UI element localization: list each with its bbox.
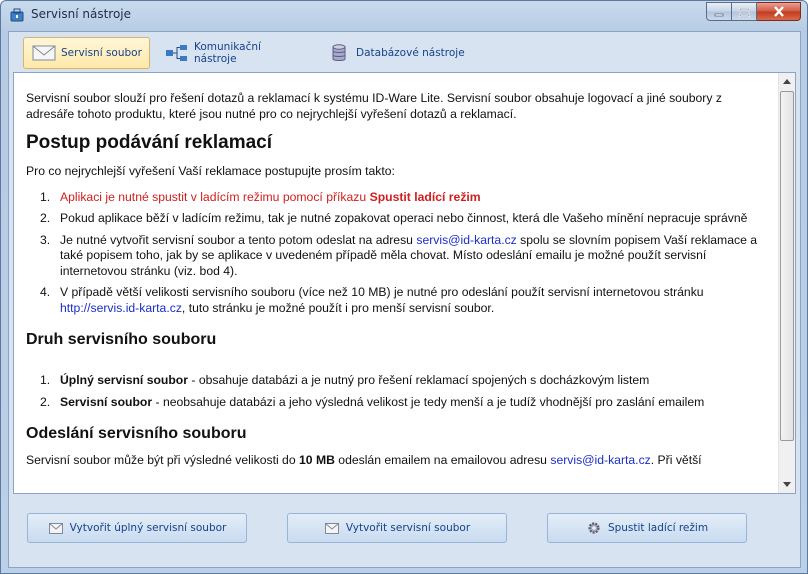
send-text: Servisní soubor může být při výsledné ve…	[26, 453, 299, 467]
tab-label: Servisní soubor	[61, 47, 142, 59]
database-icon	[327, 43, 351, 63]
maximize-button[interactable]	[732, 2, 757, 21]
scroll-down-button[interactable]	[779, 476, 795, 493]
tab-label: Komunikační nástroje	[194, 41, 261, 65]
scroll-down-icon	[783, 480, 791, 489]
step-text: , tuto stránku je možné použít i pro men…	[181, 300, 495, 315]
client-area: Servisní soubor Komunikační nástroje Dat…	[8, 31, 801, 568]
close-button[interactable]	[757, 2, 801, 21]
email-link[interactable]: servis@id-karta.cz	[416, 233, 516, 247]
button-label: Spustit ladící režim	[607, 522, 709, 534]
help-document: Servisní soubor slouží pro řešení dotazů…	[26, 91, 768, 479]
type-name: Servisní soubor	[60, 394, 153, 409]
list-number: 1.	[40, 189, 51, 204]
envelope-icon	[324, 520, 340, 536]
service-url-link[interactable]: http://servis.id-karta.cz	[60, 301, 182, 315]
list-number: 2.	[40, 211, 51, 225]
steps-list: 1. Aplikaci je nutné spustit v ladícím r…	[26, 190, 768, 317]
intro-paragraph: Servisní soubor slouží pro řešení dotazů…	[26, 91, 722, 121]
list-item: 2. Pokud aplikace běží v ladícím režimu,…	[26, 211, 768, 227]
maximize-icon	[738, 2, 750, 21]
email-link[interactable]: servis@id-karta.cz	[550, 453, 650, 467]
start-debug-mode-button[interactable]: Spustit ladící režim	[547, 513, 747, 543]
list-number: 2.	[40, 394, 51, 409]
button-label: Vytvořit servisní soubor	[345, 522, 471, 534]
create-service-file-button[interactable]: Vytvořit servisní soubor	[287, 513, 507, 543]
scroll-up-icon	[783, 77, 791, 86]
service-file-panel: Servisní soubor slouží pro řešení dotazů…	[13, 72, 796, 494]
step-text: Pokud aplikace běží v ladícím režimu, ta…	[60, 211, 748, 225]
envelope-icon	[48, 520, 64, 536]
button-label: Vytvořit úplný servisní soubor	[69, 522, 227, 534]
list-item: 4. V případě větší velikosti servisního …	[26, 285, 768, 316]
heading-complaints: Postup podávání reklamací	[26, 132, 273, 153]
step-text: Aplikaci je nutné spustit v ladícím reži…	[60, 189, 370, 204]
lead-paragraph: Pro co nejrychlejší vyřešení Vaší reklam…	[26, 164, 395, 178]
tab-database-tools[interactable]: Databázové nástroje	[319, 37, 469, 69]
list-number: 4.	[40, 285, 51, 299]
minimize-icon	[714, 2, 724, 21]
list-number: 1.	[40, 373, 51, 387]
service-tools-window: Servisní nástroje Servisní soubor Komuni…	[0, 0, 808, 574]
create-full-service-file-button[interactable]: Vytvořit úplný servisní soubor	[27, 513, 247, 543]
send-text: . Při větší	[650, 453, 702, 467]
send-size: 10 MB	[299, 453, 335, 467]
heading-sending: Odeslání servisního souboru	[26, 425, 247, 442]
tab-service-file[interactable]: Servisní soubor	[23, 37, 150, 69]
step-text: V případě větší velikosti servisního sou…	[60, 285, 704, 299]
close-icon	[773, 2, 785, 21]
button-bar: Vytvořit úplný servisní soubor Vytvořit …	[9, 498, 800, 567]
type-text: - obsahuje databázi a je nutný pro řešen…	[188, 373, 650, 387]
gear-icon	[586, 520, 602, 536]
scroll-thumb[interactable]	[780, 91, 794, 441]
list-item: 1. Aplikaci je nutné spustit v ladícím r…	[26, 190, 768, 206]
window-title: Servisní nástroje	[31, 7, 132, 21]
scroll-up-button[interactable]	[779, 73, 795, 90]
minimize-button[interactable]	[706, 2, 732, 21]
type-text: - neobsahuje databázi a jeho výsledná ve…	[152, 394, 705, 409]
network-icon	[165, 43, 189, 63]
list-item: 3. Je nutné vytvořit servisní soubor a t…	[26, 233, 768, 280]
types-list: 1. Úplný servisní soubor - obsahuje data…	[26, 373, 768, 410]
envelope-icon	[32, 43, 56, 63]
vertical-scrollbar[interactable]	[778, 73, 795, 493]
step-text: Je nutné vytvořit servisní soubor a tent…	[60, 232, 417, 247]
title-bar[interactable]: Servisní nástroje	[1, 1, 807, 29]
list-item: 2. Servisní soubor - neobsahuje databázi…	[26, 395, 768, 411]
toolbox-icon	[9, 7, 25, 23]
step-command: Spustit ladící režim	[369, 189, 481, 204]
list-number: 3.	[40, 232, 51, 247]
type-name: Úplný servisní soubor	[60, 373, 188, 387]
send-paragraph: Servisní soubor může být při výsledné ve…	[26, 453, 768, 469]
tab-communication-tools[interactable]: Komunikační nástroje	[157, 37, 305, 69]
heading-file-types: Druh servisního souboru	[26, 331, 217, 348]
list-item: 1. Úplný servisní soubor - obsahuje data…	[26, 373, 768, 389]
tab-label: Databázové nástroje	[356, 47, 465, 59]
tab-bar: Servisní soubor Komunikační nástroje Dat…	[9, 32, 800, 72]
send-text: odeslán emailem na emailovou adresu	[334, 453, 551, 467]
